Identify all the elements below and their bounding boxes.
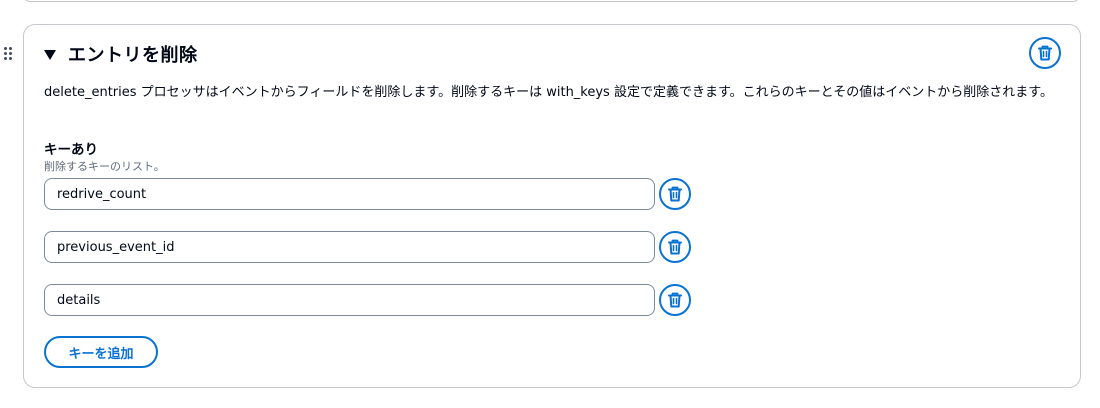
key-row: [44, 284, 691, 316]
key-row: [44, 178, 691, 210]
key-row: [44, 231, 691, 263]
remove-processor-button[interactable]: [1029, 37, 1061, 69]
add-key-button[interactable]: キーを追加: [44, 336, 158, 368]
section-description: delete_entries プロセッサはイベントからフィールドを削除します。削…: [44, 85, 1053, 100]
caret-down-icon: [44, 50, 56, 60]
keys-field-hint: 削除するキーのリスト。: [44, 160, 165, 173]
key-input[interactable]: [44, 231, 655, 263]
key-input[interactable]: [44, 178, 655, 210]
delete-entries-card: エントリを削除 delete_entries プロセッサはイベントからフィールド…: [23, 24, 1081, 388]
keys-field-label: キーあり: [44, 142, 98, 158]
drag-handle-icon[interactable]: [4, 47, 12, 61]
key-input[interactable]: [44, 284, 655, 316]
trash-icon: [1038, 45, 1052, 61]
trash-icon: [668, 186, 682, 202]
trash-icon: [668, 292, 682, 308]
trash-icon: [668, 239, 682, 255]
remove-key-button[interactable]: [659, 231, 691, 263]
remove-key-button[interactable]: [659, 178, 691, 210]
section-title: エントリを削除: [68, 45, 198, 66]
section-toggle[interactable]: エントリを削除: [44, 41, 198, 67]
remove-key-button[interactable]: [659, 284, 691, 316]
previous-processor-card: [23, 0, 1080, 2]
